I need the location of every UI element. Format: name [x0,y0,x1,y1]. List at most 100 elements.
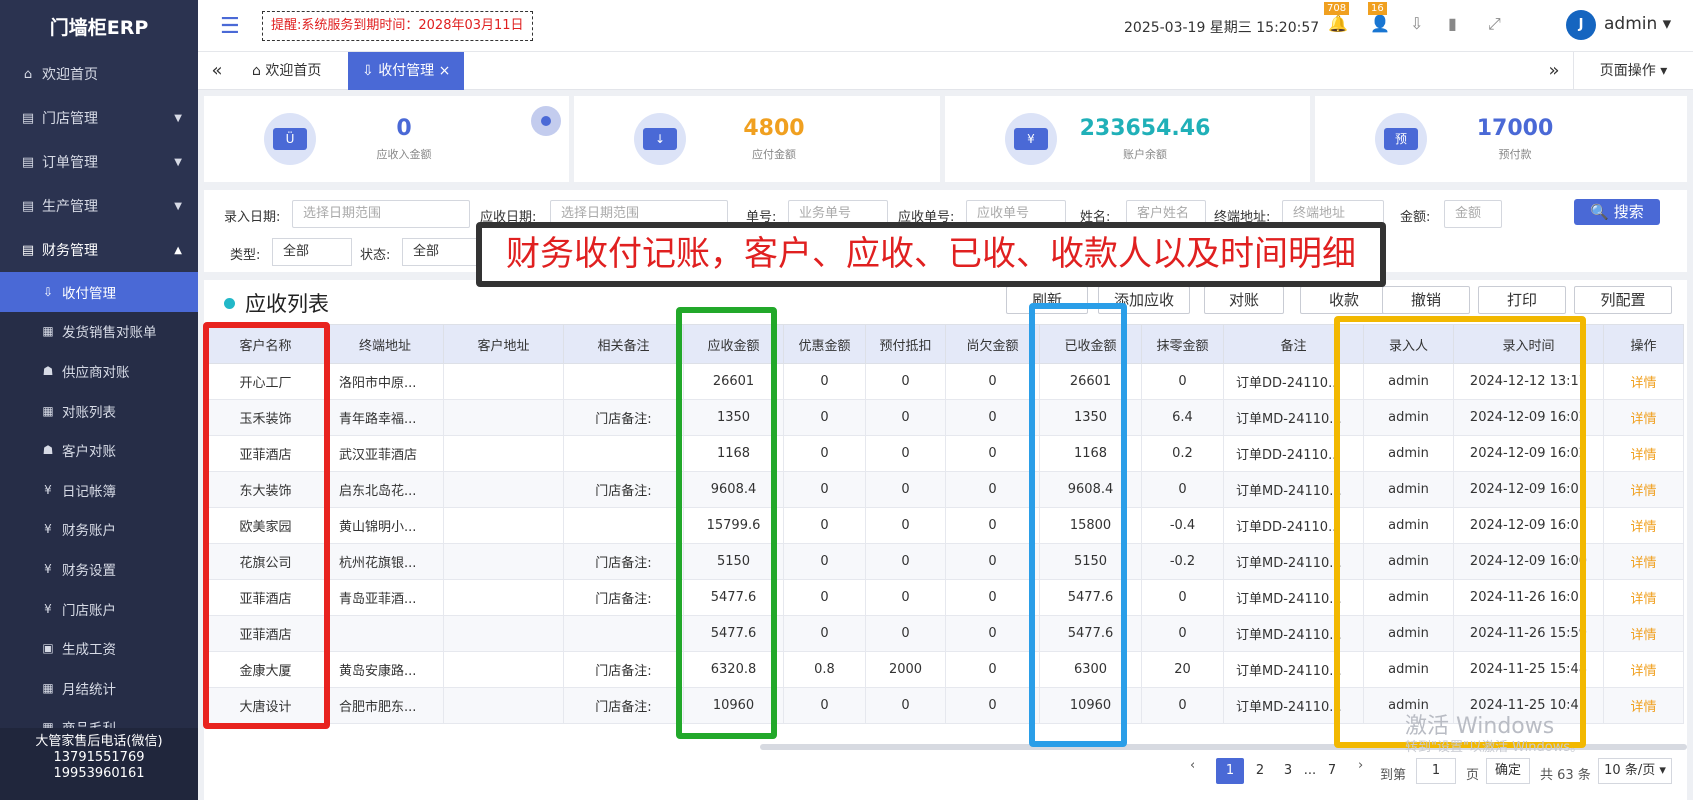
close-icon[interactable]: × [439,63,451,79]
sidebar-item-label: 客户对账 [62,444,116,461]
current-datetime: 2025-03-19 星期三 15:20:57 [1124,20,1320,36]
table-cell: 6.4 [1141,399,1224,436]
table-cell [326,615,444,652]
table-row[interactable]: 亚菲酒店 青岛亚菲酒... 门店备注: 5477.6 0 0 0 5477.6 0 订单MD-24… [204,579,1684,616]
fullscreen-icon[interactable]: ⤢ [1488,14,1501,34]
sidebar-subitem-payroll[interactable]: ▣ 生成工资 [0,628,198,668]
sidebar-subitem-monthly-stats[interactable]: ▦ 月结统计 [0,667,198,708]
table-cell: 杭州花旗银... [326,543,444,580]
sidebar-subitem-supplier-reconcile[interactable]: ☗ 供应商对账 [0,351,198,391]
detail-link[interactable]: 详情 [1603,399,1684,436]
table-row[interactable]: 欧美家园 黄山锦明小... 15799.6 0 0 0 15800 -0.4 订单DD-2411… [204,507,1684,544]
tab-payments[interactable]: ⇩ 收付管理 × [348,52,465,90]
table-cell: 0 [945,471,1040,508]
sidebar-item-orders[interactable]: ▤ 订单管理 ▼ [0,140,198,184]
total-count: 共 63 条 [1540,768,1591,783]
menu-toggle-icon[interactable]: ☰ [220,14,240,39]
table-cell: 订单DD-24110... [1223,507,1364,544]
search-button[interactable]: 🔍 搜索 [1574,199,1660,225]
tabs-back-icon[interactable]: « [198,52,236,90]
detail-link[interactable]: 详情 [1603,579,1684,616]
bell-icon[interactable]: 🔔 [1328,14,1348,33]
table-cell: 26601 [683,363,784,400]
sidebar-item-label: 生成工资 [62,642,116,659]
page-2[interactable]: 2 [1246,758,1274,784]
print-button[interactable]: 打印 [1478,286,1566,314]
table-cell: 0 [1141,363,1224,400]
sidebar-item-label: 对账列表 [62,404,116,421]
page-ops-menu[interactable]: 页面操作 ▾ [1573,52,1693,90]
sidebar-subitem-finance-accounts[interactable]: ¥ 财务账户 [0,509,198,550]
table-cell: 订单MD-24110... [1223,399,1364,436]
detail-link[interactable]: 详情 [1603,687,1684,724]
tab-home[interactable]: ⌂ 欢迎首页 [238,52,335,90]
sidebar-subitem-shipping-statement[interactable]: ▦ 发货销售对账单 [0,311,198,352]
clipboard-icon[interactable]: ▮ [1448,14,1457,33]
detail-link[interactable]: 详情 [1603,435,1684,472]
table-cell: 亚菲酒店 [204,615,327,652]
home-icon: ⌂ [252,63,266,79]
status-select[interactable]: 全部 [402,238,482,266]
table-row[interactable]: 开心工厂 洛阳市中原... 26601 0 0 0 26601 0 订单DD-24110... a… [204,363,1684,400]
table-row[interactable]: 金康大厦 黄岛安康路... 门店备注: 6320.8 0.8 2000 0 6300 20 订单M… [204,651,1684,688]
sidebar-subitem-journal[interactable]: ¥ 日记帐簿 [0,469,198,510]
stat-value: 0 [396,116,412,141]
table-row[interactable]: 亚菲酒店 5477.6 0 0 0 5477.6 0 订单MD-24110... admin 20… [204,615,1684,652]
avatar[interactable]: J [1566,10,1596,40]
user-menu[interactable]: admin ▾ [1604,14,1671,34]
entry-date-input[interactable]: 选择日期范围 [292,200,470,228]
refresh-button[interactable]: 刷新 [1006,286,1088,314]
detail-link[interactable]: 详情 [1603,543,1684,580]
goto-confirm-button[interactable]: 确定 [1486,758,1530,784]
pin-icon[interactable]: ⇩ [1410,14,1423,33]
sidebar-subitem-customer-reconcile[interactable]: ☗ 客户对账 [0,430,198,470]
table-row[interactable]: 亚菲酒店 武汉亚菲酒店 1168 0 0 0 1168 0.2 订单DD-24110... adm… [204,435,1684,472]
table-cell: admin [1363,435,1454,472]
page-size-select[interactable]: 10 条/页 ▾ [1598,758,1672,784]
receive-payment-button[interactable]: 收款 [1300,286,1388,314]
sidebar-item-production[interactable]: ▤ 生产管理 ▼ [0,184,198,228]
detail-link[interactable]: 详情 [1603,507,1684,544]
caret-down-icon: ▼ [174,156,182,168]
amount-input[interactable]: 金额 [1444,200,1502,228]
detail-link[interactable]: 详情 [1603,615,1684,652]
sidebar-item-store[interactable]: ▤ 门店管理 ▼ [0,96,198,140]
table-cell: 订单MD-24110... [1223,651,1364,688]
sidebar-subitem-store-accounts[interactable]: ¥ 门店账户 [0,588,198,629]
table-cell [563,363,684,400]
table-row[interactable]: 花旗公司 杭州花旗银... 门店备注: 5150 0 0 0 5150 -0.2 订单MD-241… [204,543,1684,580]
table-row[interactable]: 东大装饰 启东北岛花... 门店备注: 9608.4 0 0 0 9608.4 0 订单MD-24… [204,471,1684,508]
toggle-dot-icon[interactable] [531,106,561,136]
page-7[interactable]: 7 [1318,758,1346,784]
entry-date-label: 录入日期: [224,210,281,225]
goto-page-input[interactable]: 1 [1416,758,1456,784]
table-cell: 0 [783,543,866,580]
prev-page-icon[interactable]: ‹ [1190,758,1195,773]
reconcile-button[interactable]: 对账 [1204,286,1284,314]
revoke-button[interactable]: 撤销 [1382,286,1470,314]
detail-link[interactable]: 详情 [1603,471,1684,508]
table-cell: 0 [945,687,1040,724]
add-receivable-button[interactable]: 添加应收 [1098,286,1190,314]
sidebar-item-finance[interactable]: ▤ 财务管理 ▲ [0,228,198,272]
table-cell: 0 [865,435,946,472]
download-icon: ⇩ [42,284,54,299]
type-select[interactable]: 全部 [272,238,352,266]
sidebar-item-home[interactable]: ⌂ 欢迎首页 [0,52,198,96]
detail-link[interactable]: 详情 [1603,651,1684,688]
page-1[interactable]: 1 [1216,758,1244,784]
next-page-icon[interactable]: › [1358,758,1363,773]
column-config-button[interactable]: 列配置 [1574,286,1672,314]
support-phone: 13791551769 [53,750,145,765]
tabs-forward-icon[interactable]: » [1535,52,1573,90]
table-row[interactable]: 玉禾装饰 青年路幸福... 门店备注: 1350 0 0 0 1350 6.4 订单MD-2411… [204,399,1684,436]
table-cell: 6320.8 [683,651,784,688]
table-cell: 2024-12-09 16:01 [1453,471,1604,508]
user-icon[interactable]: 👤 [1370,14,1390,33]
column-header: 终端地址 [326,324,444,364]
table-cell: -0.2 [1141,543,1224,580]
sidebar-subitem-payments[interactable]: ⇩ 收付管理 [0,272,198,312]
detail-link[interactable]: 详情 [1603,363,1684,400]
sidebar-subitem-reconcile-list[interactable]: ▦ 对账列表 [0,390,198,431]
sidebar-subitem-finance-settings[interactable]: ¥ 财务设置 [0,549,198,589]
